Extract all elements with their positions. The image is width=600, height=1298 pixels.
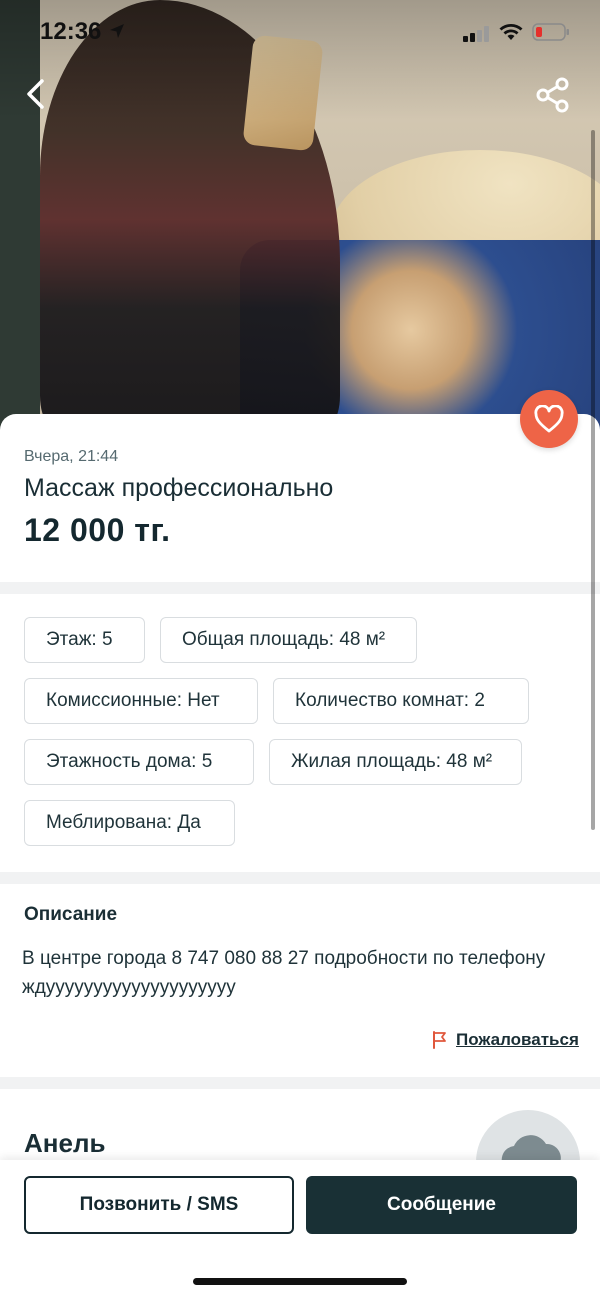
- back-button[interactable]: [18, 72, 58, 116]
- section-divider: [0, 582, 600, 594]
- flag-icon: [433, 1031, 446, 1049]
- share-icon[interactable]: [534, 76, 572, 114]
- battery-icon: [532, 23, 569, 41]
- location-arrow-icon: [110, 24, 124, 38]
- report-label: Пожаловаться: [456, 1030, 579, 1049]
- attribute-chip: Этаж: 5: [24, 617, 145, 663]
- status-bar: 12:36: [0, 0, 600, 64]
- status-time: 12:36: [40, 18, 102, 45]
- listing-title: Массаж профессионально: [24, 474, 334, 502]
- listing-photo[interactable]: [0, 0, 600, 440]
- section-divider: [0, 1077, 600, 1089]
- bottom-action-bar: Позвонить / SMS Сообщение: [0, 1160, 600, 1298]
- attribute-chip: Этажность дома: 5: [24, 739, 254, 785]
- heart-icon: [534, 405, 564, 433]
- section-divider: [0, 872, 600, 884]
- seller-name: Анель: [24, 1128, 106, 1158]
- home-indicator[interactable]: [193, 1278, 407, 1285]
- attribute-chip: Количество комнат: 2: [273, 678, 529, 724]
- wifi-icon: [499, 24, 523, 40]
- attribute-chip: Комиссионные: Нет: [24, 678, 258, 724]
- favorite-button[interactable]: [520, 390, 578, 448]
- report-link[interactable]: Пожаловаться: [432, 1030, 579, 1050]
- call-sms-button[interactable]: Позвонить / SMS: [24, 1176, 294, 1234]
- scrollbar[interactable]: [591, 130, 595, 830]
- listing-price: 12 000 тг.: [24, 512, 171, 548]
- cellular-signal-icon: [463, 26, 489, 42]
- attribute-chip: Меблирована: Да: [24, 800, 235, 846]
- attribute-chip: Общая площадь: 48 м²: [160, 617, 417, 663]
- description-text: В центре города 8 747 080 88 27 подробно…: [22, 948, 546, 998]
- attribute-chip: Жилая площадь: 48 м²: [269, 739, 522, 785]
- posted-time: Вчера, 21:44: [24, 448, 119, 465]
- message-button[interactable]: Сообщение: [306, 1176, 577, 1234]
- description-title: Описание: [24, 904, 118, 925]
